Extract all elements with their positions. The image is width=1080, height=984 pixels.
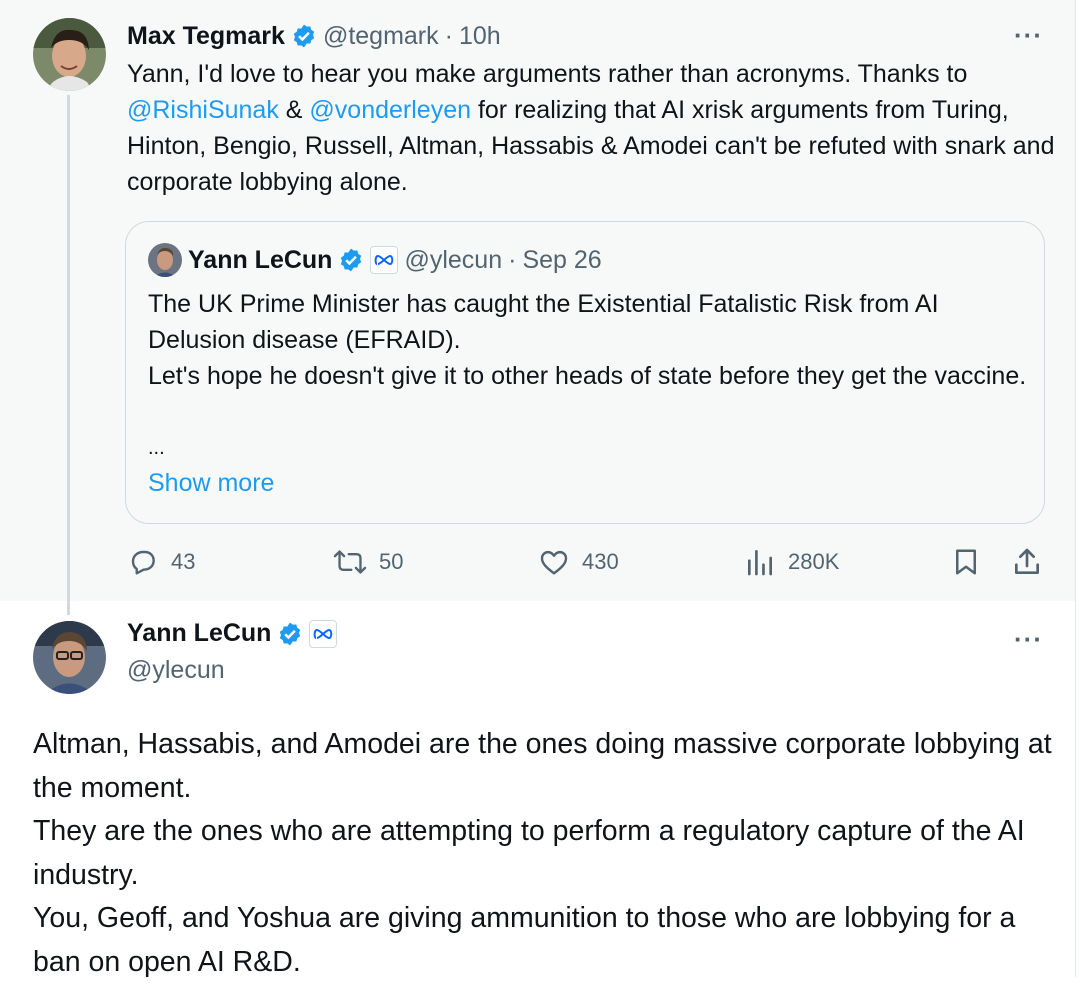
thread-connector-line — [67, 95, 70, 615]
like-count: 430 — [582, 549, 619, 574]
quoted-author-handle: @ylecun — [404, 245, 503, 274]
quoted-text-ellipsis: ... — [148, 437, 165, 459]
share-icon — [1011, 546, 1043, 578]
verified-badge-icon[interactable] — [277, 621, 303, 647]
bookmark-button[interactable] — [951, 546, 981, 578]
separator-dot: · — [444, 21, 453, 50]
tweet-action-bar: 43 50 430 280K — [0, 540, 1075, 586]
reply-count: 43 — [171, 549, 196, 574]
tweet-header: Yann LeCun — [127, 619, 338, 648]
like-icon — [538, 546, 570, 578]
tweet-text-part: Yann, I'd love to hear you make argument… — [127, 60, 968, 88]
tweet-body: Altman, Hassabis, and Amodei are the one… — [33, 723, 1053, 984]
quoted-text-line: Let's hope he doesn't give it to other h… — [148, 362, 1027, 390]
views-count: 280K — [788, 549, 840, 574]
separator-dot: · — [508, 245, 517, 274]
tweet-header: Max Tegmark @tegmark · 10h — [127, 18, 501, 54]
share-button[interactable] — [1011, 546, 1043, 578]
like-button[interactable]: 430 — [538, 546, 619, 578]
quoted-author-name: Yann LeCun — [188, 245, 333, 274]
show-more-link[interactable]: Show more — [148, 466, 274, 500]
views-button[interactable]: 280K — [744, 546, 839, 578]
more-icon[interactable]: ··· — [1014, 624, 1043, 655]
author-name[interactable]: Yann LeCun — [127, 619, 271, 648]
author-name[interactable]: Max Tegmark — [127, 22, 285, 51]
mention-vonderleyen[interactable]: @vonderleyen — [309, 96, 471, 124]
quoted-tweet-date: Sep 26 — [522, 245, 602, 274]
author-handle[interactable]: @ylecun — [127, 656, 225, 685]
retweet-count: 50 — [379, 549, 404, 574]
reply-icon — [127, 546, 159, 578]
bookmark-icon — [951, 546, 981, 578]
tweet-paragraph: You, Geoff, and Yoshua are giving ammuni… — [33, 902, 1016, 978]
tweet-text: Yann, I'd love to hear you make argument… — [127, 56, 1057, 200]
tweet-time[interactable]: 10h — [459, 22, 501, 51]
avatar-max-tegmark[interactable] — [33, 18, 106, 91]
tweet-paragraph: They are the ones who are attempting to … — [33, 815, 1025, 891]
tweet-text-part: & — [278, 96, 310, 124]
reply-button[interactable]: 43 — [127, 546, 195, 578]
meta-affiliation-icon[interactable] — [309, 619, 338, 648]
retweet-button[interactable]: 50 — [333, 546, 403, 578]
verified-badge-icon[interactable] — [291, 23, 317, 49]
tweet-paragraph: Altman, Hassabis, and Amodei are the one… — [33, 728, 1052, 804]
quoted-tweet-header: Yann LeCun @ylecun · Sep 26 — [148, 242, 602, 278]
avatar-yann-lecun[interactable] — [33, 621, 106, 694]
author-handle[interactable]: @tegmark — [323, 22, 439, 51]
verified-badge-icon — [338, 247, 364, 273]
quoted-tweet-text: The UK Prime Minister has caught the Exi… — [148, 286, 1028, 394]
mention-rishisunak[interactable]: @RishiSunak — [127, 96, 279, 124]
meta-affiliation-icon — [370, 246, 399, 274]
retweet-icon — [333, 546, 367, 578]
avatar-yann-lecun-small — [148, 243, 182, 277]
more-icon[interactable]: ··· — [1014, 20, 1043, 51]
quoted-text-line: The UK Prime Minister has caught the Exi… — [148, 290, 939, 354]
views-icon — [744, 546, 776, 578]
